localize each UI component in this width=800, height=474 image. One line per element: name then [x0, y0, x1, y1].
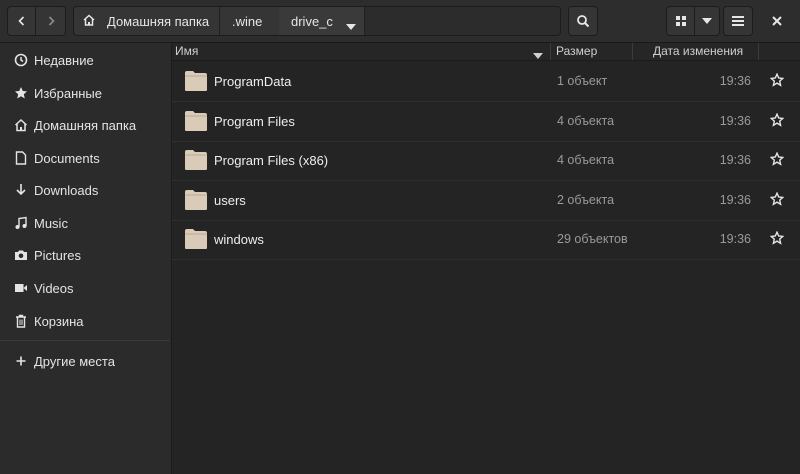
hamburger-icon — [732, 16, 744, 26]
column-date-modified[interactable]: Дата изменения — [653, 44, 743, 58]
file-modified-time: 19:36 — [719, 114, 751, 128]
back-button[interactable] — [7, 6, 36, 36]
sidebar-item-music[interactable]: Music — [0, 208, 170, 238]
breadcrumb-wine-label: .wine — [232, 13, 263, 29]
sidebar-item-starred[interactable]: Избранные — [0, 78, 170, 108]
path-bar-empty — [365, 7, 560, 35]
file-name: users — [214, 193, 246, 208]
file-list: Имя Размер Дата изменения ProgramData 1 … — [172, 43, 800, 474]
file-size: 4 объекта — [557, 114, 615, 128]
sidebar-item-recent[interactable]: Недавние — [0, 45, 170, 75]
sidebar-item-videos[interactable]: Videos — [0, 273, 170, 303]
document-icon — [13, 151, 29, 165]
table-row[interactable]: Program Files (x86) 4 объекта 19:36 — [172, 141, 800, 181]
video-icon — [13, 282, 29, 294]
close-icon — [772, 14, 782, 29]
sidebar-item-documents[interactable]: Documents — [0, 143, 170, 173]
file-name: ProgramData — [214, 74, 292, 89]
plus-icon — [13, 355, 29, 367]
file-modified-time: 19:36 — [719, 74, 751, 88]
breadcrumb-home[interactable]: Домашняя папка — [74, 7, 220, 35]
sidebar-item-home[interactable]: Домашняя папка — [0, 110, 170, 140]
sidebar-divider — [0, 340, 170, 341]
table-row[interactable]: ProgramData 1 объект 19:36 — [172, 62, 800, 102]
star-outline-icon[interactable] — [769, 230, 785, 248]
sidebar-item-label: Downloads — [34, 182, 99, 198]
music-icon — [13, 216, 29, 230]
sidebar-item-label: Корзина — [34, 313, 84, 329]
sidebar-item-trash[interactable]: Корзина — [0, 306, 170, 336]
table-row[interactable]: windows 29 объектов 19:36 — [172, 220, 800, 260]
chevron-left-icon — [16, 15, 28, 27]
sidebar-item-label: Другие места — [34, 353, 115, 369]
sort-descending-icon — [533, 48, 543, 62]
caret-down-icon — [346, 18, 356, 33]
download-icon — [13, 183, 29, 197]
sidebar-item-label: Documents — [34, 150, 100, 166]
view-mode-button[interactable] — [666, 6, 695, 36]
home-icon — [13, 118, 29, 132]
sidebar-item-label: Домашняя папка — [34, 117, 137, 133]
close-button[interactable] — [762, 6, 792, 36]
file-size: 1 объект — [557, 74, 608, 88]
folder-icon — [184, 189, 208, 214]
trash-icon — [13, 314, 29, 328]
file-modified-time: 19:36 — [719, 193, 751, 207]
breadcrumb-home-label: Домашняя папка — [107, 13, 210, 29]
path-bar: Домашняя папка .wine drive_c — [73, 6, 561, 36]
folder-icon — [184, 110, 208, 135]
grid-icon — [675, 15, 687, 27]
file-size: 29 объектов — [557, 232, 628, 246]
file-size: 4 объекта — [557, 153, 615, 167]
sidebar-item-label: Недавние — [34, 52, 94, 68]
breadcrumb-drive-c-label: drive_c — [291, 13, 333, 29]
star-outline-icon[interactable] — [769, 72, 785, 90]
sidebar-item-label: Videos — [34, 280, 74, 296]
sidebar-item-label: Избранные — [34, 85, 102, 101]
file-name: Program Files — [214, 114, 295, 129]
breadcrumb-drive-c[interactable]: drive_c — [279, 7, 365, 35]
column-header: Имя Размер Дата изменения — [172, 43, 800, 61]
sidebar-item-label: Pictures — [34, 247, 81, 263]
header-bar: Домашняя папка .wine drive_c — [0, 0, 800, 43]
column-size[interactable]: Размер — [556, 44, 597, 58]
file-modified-time: 19:36 — [719, 232, 751, 246]
star-outline-icon[interactable] — [769, 191, 785, 209]
view-options-button[interactable] — [694, 6, 720, 36]
file-manager-window: Домашняя папка .wine drive_c Недавние Из… — [0, 0, 800, 474]
folder-icon — [184, 228, 208, 253]
table-row[interactable]: Program Files 4 объекта 19:36 — [172, 102, 800, 142]
clock-icon — [13, 53, 29, 67]
file-name: Program Files (x86) — [214, 153, 329, 168]
file-name: windows — [214, 232, 264, 247]
sidebar-item-downloads[interactable]: Downloads — [0, 175, 170, 205]
table-row[interactable]: users 2 объекта 19:36 — [172, 181, 800, 221]
column-divider[interactable] — [758, 43, 759, 60]
camera-icon — [13, 249, 29, 261]
column-divider[interactable] — [550, 43, 551, 60]
sidebar: Недавние Избранные Домашняя папка Docume… — [0, 43, 172, 474]
search-icon — [576, 14, 590, 28]
forward-button[interactable] — [35, 6, 66, 36]
folder-icon — [184, 70, 208, 95]
home-icon — [82, 13, 96, 30]
file-modified-time: 19:36 — [719, 153, 751, 167]
column-divider[interactable] — [632, 43, 633, 60]
star-outline-icon[interactable] — [769, 112, 785, 130]
chevron-right-icon — [45, 15, 57, 27]
main-menu-button[interactable] — [723, 6, 753, 36]
star-outline-icon[interactable] — [769, 151, 785, 169]
file-size: 2 объекта — [557, 193, 615, 207]
sidebar-item-other-locations[interactable]: Другие места — [0, 346, 170, 376]
column-name[interactable]: Имя — [175, 44, 198, 58]
caret-down-icon — [702, 18, 712, 24]
sidebar-item-pictures[interactable]: Pictures — [0, 240, 170, 270]
sidebar-item-label: Music — [34, 215, 68, 231]
folder-icon — [184, 149, 208, 174]
search-button[interactable] — [568, 6, 598, 36]
star-icon — [13, 86, 29, 100]
